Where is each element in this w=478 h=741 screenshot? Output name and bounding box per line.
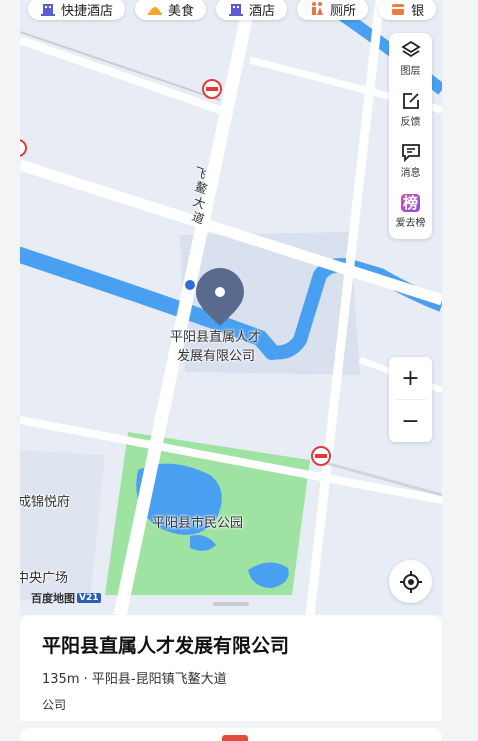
hotel-icon: [41, 4, 55, 16]
road-label: 飞 鳌 大 道: [190, 164, 209, 226]
left-margin: [0, 0, 20, 741]
rail-line: [20, 31, 221, 101]
map-tools-panel: 图层 反馈 消息 榜 爱去榜: [389, 33, 432, 239]
message-icon: [401, 144, 420, 162]
no-entry-icon: [311, 446, 331, 466]
hotel-icon: [229, 4, 244, 16]
ranking-icon: 榜: [400, 194, 420, 212]
chip-label: 银: [411, 3, 425, 19]
map-logo: 百度地图 V21: [31, 590, 101, 606]
bank-icon: [392, 4, 405, 15]
no-entry-icon: [20, 139, 27, 157]
place-category: 公司: [42, 698, 67, 712]
ranking-button[interactable]: 榜 爱去榜: [389, 186, 432, 237]
toilet-icon: [312, 2, 324, 15]
poi-label-line2: 发展有限公司: [177, 349, 256, 364]
zoom-in-button[interactable]: +: [389, 357, 432, 399]
right-margin: [442, 0, 478, 741]
plaza-label: 中央广场: [20, 571, 69, 586]
place-name: 平阳县直属人才发展有限公司: [42, 635, 290, 657]
logo-text: 百度地图: [31, 592, 75, 605]
feedback-button[interactable]: 反馈: [389, 84, 432, 135]
chip-budget-hotel[interactable]: 快捷酒店: [28, 0, 126, 20]
red-badge: [222, 735, 248, 741]
map-canvas[interactable]: 飞 鳌 大 道 平阳县直属人才 发展有限公司 平阳县市民公园 成锦悦府 中央广场: [20, 0, 442, 615]
feedback-label: 反馈: [400, 117, 421, 128]
chip-label: 厕所: [330, 3, 357, 19]
road-nw: [20, 36, 222, 114]
ranking-label: 爱去榜: [395, 218, 426, 229]
chip-food[interactable]: 美食: [135, 0, 207, 20]
messages-button[interactable]: 消息: [389, 135, 432, 186]
logo-version: V21: [77, 593, 101, 603]
zoom-out-button[interactable]: −: [389, 400, 432, 442]
edit-icon: [402, 93, 419, 109]
crosshair-icon: [399, 570, 422, 593]
layers-label: 图层: [400, 66, 421, 77]
layers-button[interactable]: 图层: [389, 33, 432, 84]
messages-label: 消息: [400, 168, 421, 179]
park-label: 平阳县市民公园: [152, 516, 244, 531]
chip-hotel[interactable]: 酒店: [216, 0, 288, 20]
location-dot: [185, 280, 195, 290]
chip-toilet[interactable]: 厕所: [297, 0, 369, 20]
chip-bank[interactable]: 银: [378, 0, 437, 20]
zoom-control: + −: [389, 357, 432, 442]
drag-handle[interactable]: [213, 602, 249, 606]
place-distance-address: 135m · 平阳县-昆阳镇飞鳌大道: [42, 672, 227, 687]
place-card[interactable]: 平阳县直属人才发展有限公司 135m · 平阳县-昆阳镇飞鳌大道 公司: [20, 615, 442, 721]
chip-label: 酒店: [249, 3, 276, 19]
food-icon: [148, 7, 163, 15]
locate-button[interactable]: [389, 560, 432, 603]
no-entry-icon: [202, 79, 222, 99]
poi-label-line1: 平阳县直属人才: [170, 330, 262, 345]
layers-icon: [400, 40, 421, 58]
map-page: 飞 鳌 大 道 平阳县直属人才 发展有限公司 平阳县市民公园 成锦悦府 中央广场…: [0, 0, 478, 741]
category-chips: 快捷酒店 美食 酒店 厕所 银: [28, 0, 437, 24]
residential-label: 成锦悦府: [20, 495, 71, 510]
chip-label: 快捷酒店: [61, 3, 114, 19]
chip-label: 美食: [168, 3, 195, 19]
